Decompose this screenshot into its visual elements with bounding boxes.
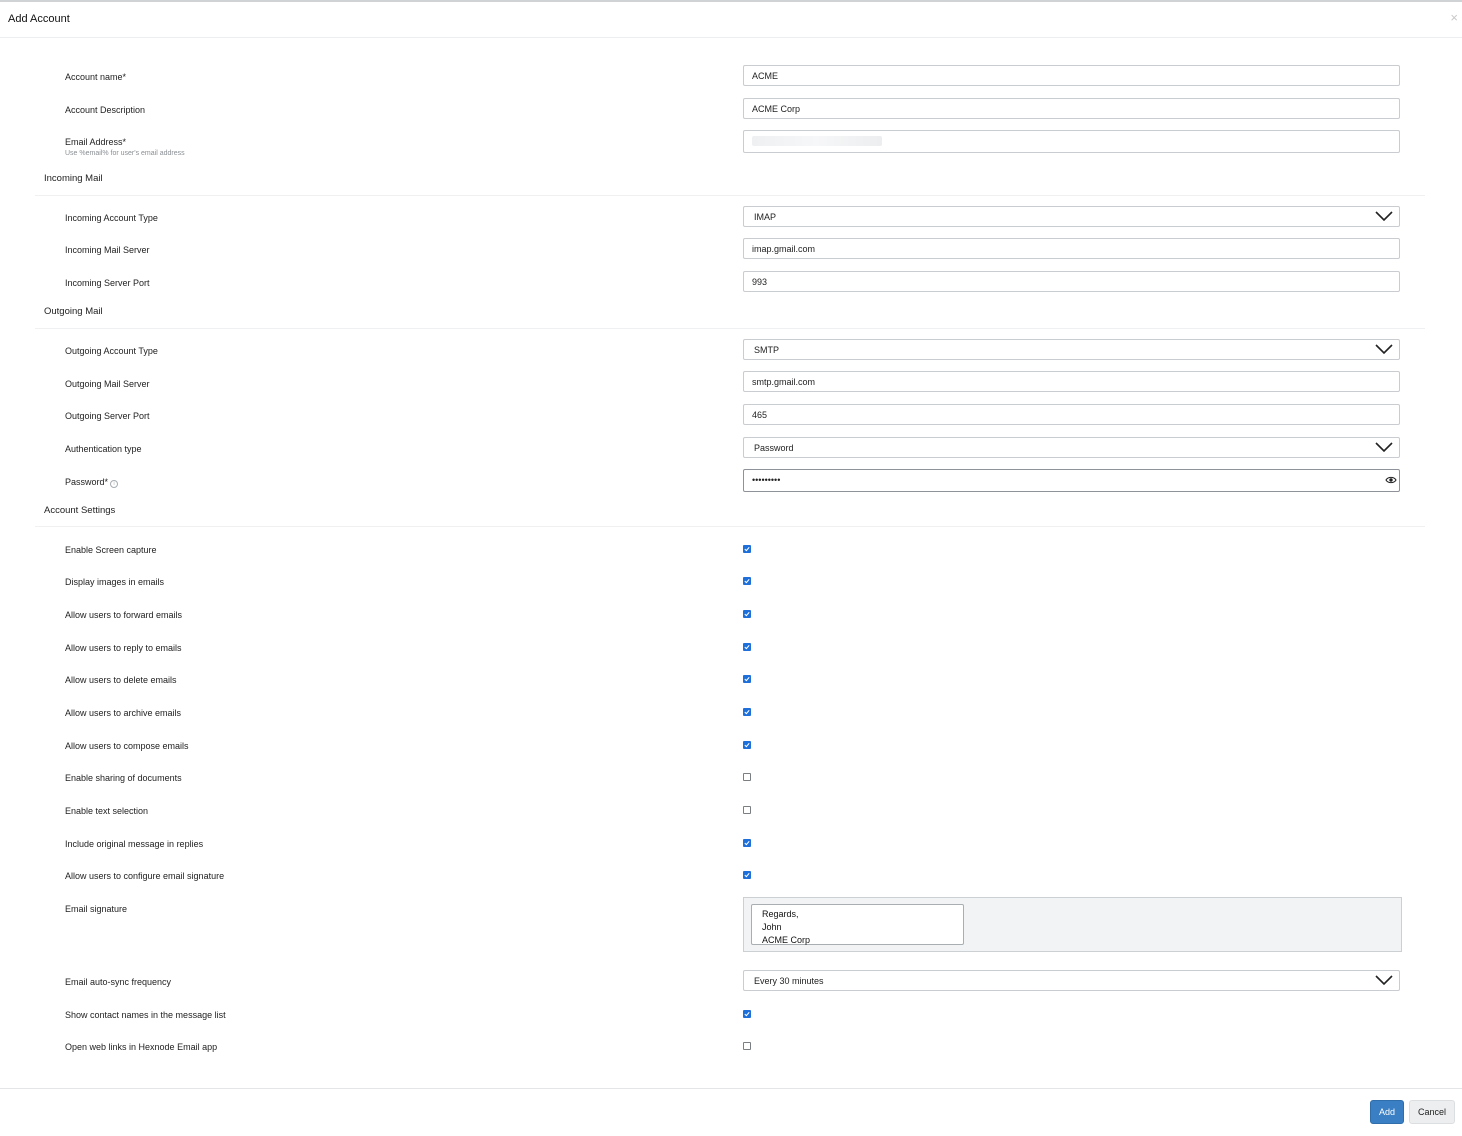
- cancel-button[interactable]: Cancel: [1409, 1100, 1455, 1124]
- setting-checkbox[interactable]: [743, 643, 751, 651]
- footer-divider: [0, 1088, 1462, 1089]
- outgoing-mail-server-input[interactable]: smtp.gmail.com: [743, 371, 1400, 392]
- email-address-input[interactable]: [743, 130, 1400, 153]
- checkmark-icon: [744, 742, 750, 748]
- checkmark-icon: [744, 709, 750, 715]
- password-masked-value: •••••••••: [752, 475, 781, 485]
- checkmark-icon: [744, 611, 750, 617]
- incoming-account-type-label: Incoming Account Type: [65, 213, 158, 223]
- outgoing-account-type-select[interactable]: SMTP: [743, 339, 1400, 360]
- auto-sync-label: Email auto-sync frequency: [65, 977, 172, 987]
- section-divider: [35, 195, 1425, 196]
- auth-type-select[interactable]: Password: [743, 437, 1400, 458]
- outgoing-server-port-input[interactable]: 465: [743, 404, 1400, 425]
- setting-label: Allow users to delete emails: [65, 675, 177, 685]
- close-icon[interactable]: ×: [1450, 10, 1458, 25]
- checkmark-icon: [744, 840, 750, 846]
- account-settings-heading: Account Settings: [44, 505, 116, 516]
- setting-label: Enable Screen capture: [65, 545, 157, 555]
- setting-checkbox[interactable]: [743, 610, 751, 618]
- setting-label: Enable text selection: [65, 806, 149, 816]
- outgoing-server-port-value: 465: [752, 410, 768, 420]
- signature-line: John: [762, 922, 782, 932]
- incoming-server-port-input[interactable]: 993: [743, 271, 1400, 292]
- auto-sync-value: Every 30 minutes: [754, 976, 824, 986]
- outgoing-mail-heading: Outgoing Mail: [44, 306, 103, 317]
- setting-label: Allow users to reply to emails: [65, 643, 182, 653]
- checkmark-icon: [744, 644, 750, 650]
- open-web-links-checkbox[interactable]: [743, 1042, 751, 1050]
- incoming-server-port-value: 993: [752, 277, 768, 287]
- section-divider: [35, 526, 1425, 527]
- signature-line: Regards,: [762, 909, 799, 919]
- setting-checkbox[interactable]: [743, 806, 751, 814]
- checkmark-icon: [744, 546, 750, 552]
- setting-checkbox[interactable]: [743, 839, 751, 847]
- setting-checkbox[interactable]: [743, 871, 751, 879]
- checkmark-icon: [744, 1011, 750, 1017]
- incoming-mail-server-label: Incoming Mail Server: [65, 245, 150, 255]
- show-contact-names-label: Show contact names in the message list: [65, 1010, 226, 1020]
- checkmark-icon: [744, 676, 750, 682]
- account-description-label: Account Description: [65, 105, 146, 115]
- incoming-mail-heading: Incoming Mail: [44, 173, 103, 184]
- incoming-account-type-value: IMAP: [754, 212, 777, 222]
- modal-header: Add Account ×: [0, 2, 1462, 38]
- account-description-input[interactable]: ACME Corp: [743, 98, 1400, 119]
- outgoing-mail-server-value: smtp.gmail.com: [752, 377, 816, 387]
- setting-label: Include original message in replies: [65, 839, 204, 849]
- outgoing-account-type-value: SMTP: [754, 345, 780, 355]
- outgoing-account-type-label: Outgoing Account Type: [65, 346, 158, 356]
- chevron-down-icon: [1375, 442, 1393, 453]
- email-signature-container: Regards, John ACME Corp: [743, 897, 1402, 952]
- section-divider: [35, 328, 1425, 329]
- chevron-down-icon: [1375, 975, 1393, 986]
- setting-checkbox[interactable]: [743, 545, 751, 553]
- modal-title: Add Account: [8, 13, 70, 25]
- setting-checkbox[interactable]: [743, 675, 751, 683]
- setting-label: Allow users to archive emails: [65, 708, 182, 718]
- show-contact-names-checkbox[interactable]: [743, 1010, 751, 1018]
- email-signature-textarea[interactable]: Regards, John ACME Corp: [751, 904, 964, 945]
- email-address-label: Email Address*: [65, 137, 127, 147]
- auto-sync-select[interactable]: Every 30 minutes: [743, 970, 1400, 991]
- outgoing-mail-server-label: Outgoing Mail Server: [65, 379, 150, 389]
- eye-icon[interactable]: [1385, 474, 1397, 486]
- chevron-down-icon: [1375, 211, 1393, 222]
- setting-label: Allow users to compose emails: [65, 741, 189, 751]
- account-name-input[interactable]: ACME: [743, 65, 1400, 86]
- incoming-account-type-select[interactable]: IMAP: [743, 206, 1400, 227]
- auth-type-value: Password: [754, 443, 794, 453]
- account-name-value: ACME: [752, 71, 779, 81]
- info-icon[interactable]: i: [110, 480, 119, 488]
- account-name-label: Account name*: [65, 72, 127, 82]
- incoming-mail-server-value: imap.gmail.com: [752, 244, 816, 254]
- email-address-hint: Use %email% for user's email address: [65, 150, 185, 157]
- password-label-row: Password* i: [65, 477, 119, 488]
- setting-checkbox[interactable]: [743, 577, 751, 585]
- incoming-server-port-label: Incoming Server Port: [65, 278, 150, 288]
- email-signature-label: Email signature: [65, 904, 128, 914]
- setting-label: Enable sharing of documents: [65, 773, 182, 783]
- add-button[interactable]: Add: [1370, 1100, 1404, 1124]
- password-input[interactable]: •••••••••: [743, 469, 1400, 492]
- chevron-down-icon: [1375, 344, 1393, 355]
- incoming-mail-server-input[interactable]: imap.gmail.com: [743, 238, 1400, 259]
- redacted-email-blur: [752, 136, 882, 146]
- setting-label: Allow users to configure email signature: [65, 871, 225, 881]
- account-description-value: ACME Corp: [752, 104, 801, 114]
- open-web-links-label: Open web links in Hexnode Email app: [65, 1042, 218, 1052]
- setting-checkbox[interactable]: [743, 708, 751, 716]
- setting-label: Allow users to forward emails: [65, 610, 183, 620]
- setting-checkbox[interactable]: [743, 741, 751, 749]
- checkmark-icon: [744, 872, 750, 878]
- setting-checkbox[interactable]: [743, 773, 751, 781]
- checkmark-icon: [744, 578, 750, 584]
- outgoing-server-port-label: Outgoing Server Port: [65, 411, 150, 421]
- setting-label: Display images in emails: [65, 577, 165, 587]
- auth-type-label: Authentication type: [65, 444, 142, 454]
- password-label: Password*: [65, 477, 109, 487]
- signature-line: ACME Corp: [762, 935, 811, 945]
